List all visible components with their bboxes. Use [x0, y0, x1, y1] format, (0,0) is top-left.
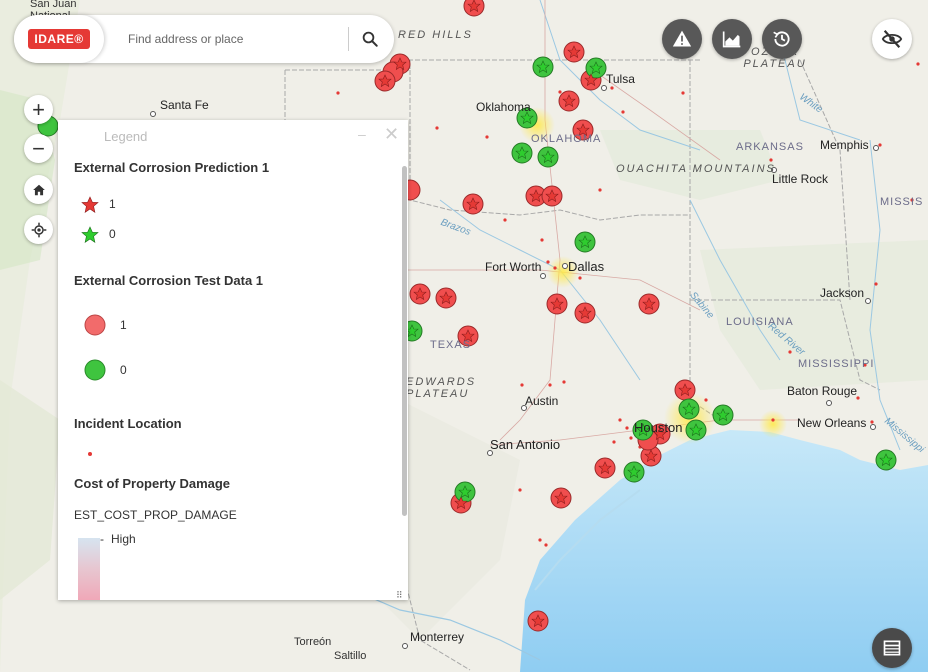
legend-resize-grip[interactable]: ⠿ — [396, 590, 403, 600]
state-label-arkansas: ARKANSAS — [736, 141, 804, 153]
state-label-louisiana: LOUISIANA — [726, 316, 794, 328]
legend-section-incident-title: Incident Location — [74, 416, 182, 431]
green-star-icon — [81, 226, 99, 243]
search-icon — [362, 31, 378, 47]
legend-panel: Legend – ✕ External Corrosion Prediction… — [58, 120, 408, 600]
home-button[interactable] — [24, 175, 53, 204]
zoom-out-button[interactable]: − — [24, 134, 53, 163]
green-circle-icon — [84, 359, 106, 381]
crosshair-locate-icon — [31, 222, 46, 237]
home-icon — [32, 184, 45, 195]
legend-damage-field: EST_COST_PROP_DAMAGE — [74, 508, 237, 522]
warning-icon — [672, 30, 692, 47]
state-label-texas: TEXAS — [430, 339, 472, 351]
legend-scrollbar[interactable] — [402, 166, 407, 516]
chart-button[interactable] — [712, 19, 752, 59]
clock-history-icon — [773, 31, 790, 47]
table-list-icon — [883, 640, 901, 656]
city-label-monterrey: Monterrey — [410, 630, 465, 644]
legend-prediction-label-1: 1 — [109, 197, 116, 211]
region-label-edwards-plateau: EDWARDS PLATEAU — [406, 376, 477, 400]
city-label-memphis: Memphis — [820, 138, 869, 152]
damage-color-ramp — [78, 538, 100, 600]
eye-off-icon — [881, 30, 903, 48]
search-divider — [348, 27, 349, 51]
city-label-houston: Houston — [634, 420, 683, 435]
area-chart-icon — [722, 31, 741, 48]
city-label-baton-rouge: Baton Rouge — [787, 384, 858, 398]
legend-high-label: High — [111, 532, 136, 546]
city-label-austin: Austin — [525, 394, 559, 408]
legend-header: Legend – ✕ — [58, 120, 408, 150]
state-label-oklahoma: OKLAHOMA — [531, 133, 602, 145]
idare-logo[interactable]: IDARE® — [14, 15, 104, 63]
search-button[interactable] — [356, 25, 384, 53]
city-label-san-antonio: San Antonio — [490, 437, 561, 452]
city-label-torreon: Torreón — [294, 636, 332, 648]
state-label-mississippi: MISSISSIPPI — [798, 358, 875, 370]
legend-test-data-label-0: 0 — [120, 363, 127, 377]
city-label-tulsa: Tulsa — [606, 72, 635, 86]
city-label-santa-fe: Santa Fe — [160, 98, 209, 112]
red-circle-icon — [84, 314, 106, 336]
city-label-little-rock: Little Rock — [772, 172, 829, 186]
legend-section-prediction-title: External Corrosion Prediction 1 — [74, 160, 270, 175]
region-label-ouachita-mountains: OUACHITA MOUNTAINS — [616, 163, 776, 175]
search-input[interactable] — [126, 27, 350, 51]
history-button[interactable] — [762, 19, 802, 59]
city-label-saltillo: Saltillo — [334, 650, 367, 662]
city-label-fort-worth: Fort Worth — [485, 260, 542, 274]
legend-section-damage-title: Cost of Property Damage — [74, 476, 231, 491]
legend-close-button[interactable]: ✕ — [384, 124, 399, 145]
locate-button[interactable] — [24, 215, 53, 244]
region-label-red-hills: RED HILLS — [398, 29, 473, 41]
legend-title: Legend — [104, 129, 148, 144]
visibility-button[interactable] — [872, 19, 912, 59]
alert-button[interactable] — [662, 19, 702, 59]
red-star-icon — [81, 196, 99, 213]
legend-minimize-button[interactable]: – — [358, 126, 366, 142]
city-label-jackson: Jackson — [820, 286, 865, 300]
incident-dot-icon — [88, 452, 92, 456]
city-label-new-orleans: New Orleans — [797, 416, 867, 430]
search-bar: IDARE® — [14, 15, 394, 63]
attribute-table-button[interactable] — [872, 628, 912, 668]
city-label-oklahoma-city: Oklahoma — [476, 100, 531, 114]
legend-section-test-data-title: External Corrosion Test Data 1 — [74, 273, 264, 288]
legend-high-tick: - — [100, 532, 104, 546]
zoom-in-button[interactable]: + — [24, 95, 53, 124]
legend-test-data-label-1: 1 — [120, 318, 127, 332]
city-label-dallas: Dallas — [568, 259, 605, 274]
state-label-mississippi-edge: MISSIS — [880, 196, 924, 208]
legend-prediction-label-0: 0 — [109, 227, 116, 241]
